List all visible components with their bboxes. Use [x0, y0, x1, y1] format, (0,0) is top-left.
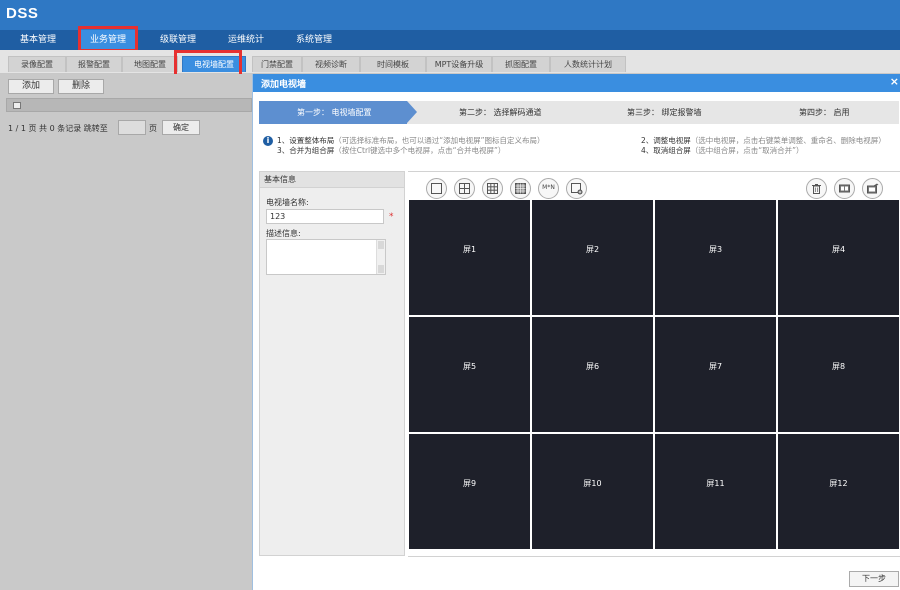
screen-grid: 屏1 屏2 屏3 屏4 屏5 屏6 屏7 屏8 屏9 屏10 屏11 屏12: [408, 199, 900, 550]
tv-screen[interactable]: 屏12: [778, 434, 899, 549]
merge-screen-icon[interactable]: [834, 178, 855, 199]
select-all-checkbox[interactable]: [13, 102, 21, 109]
scroll-down-icon[interactable]: [378, 265, 384, 273]
scroll-up-icon[interactable]: [378, 241, 384, 249]
basic-info-panel: 基本信息 电视墙名称: 123 * 描述信息:: [259, 171, 405, 556]
close-icon[interactable]: ×: [890, 75, 899, 88]
tv-screen[interactable]: 屏11: [655, 434, 776, 549]
tv-screen[interactable]: 屏1: [409, 200, 530, 315]
add-screen-icon[interactable]: [566, 178, 587, 199]
tv-screen[interactable]: 屏6: [532, 317, 653, 432]
app-title: DSS: [6, 5, 39, 22]
main-nav-business[interactable]: 业务管理: [80, 30, 136, 50]
step-1-tv-wall-config: 第一步： 电视墙配置: [259, 101, 407, 124]
page-jump-input[interactable]: [118, 120, 146, 135]
main-nav-basic[interactable]: 基本管理: [0, 30, 76, 50]
dialog-title: 添加电视墙: [261, 80, 307, 90]
subtab-map-config[interactable]: 地图配置: [122, 56, 178, 72]
main-nav: 基本管理 业务管理 级联管理 运维统计 系统管理: [0, 30, 900, 50]
unmerge-screen-icon[interactable]: [862, 178, 883, 199]
subtab-tv-wall-config[interactable]: 电视墙配置: [182, 56, 246, 72]
main-nav-ops-stats[interactable]: 运维统计: [216, 30, 276, 50]
main-nav-system[interactable]: 系统管理: [284, 30, 344, 50]
tv-screen[interactable]: 屏3: [655, 200, 776, 315]
add-tv-wall-dialog: 添加电视墙 × 第一步： 电视墙配置 第二步： 选择解码通道 第三步： 绑定报警…: [252, 74, 900, 590]
grid-header: [6, 98, 252, 112]
pager-text: 1 / 1 页 共 0 条记录 跳转至: [8, 124, 108, 133]
title-bar: DSS: [0, 0, 900, 30]
tv-screen[interactable]: 屏9: [409, 434, 530, 549]
layout-mxn-icon[interactable]: M*N: [538, 178, 559, 199]
tv-screen[interactable]: 屏2: [532, 200, 653, 315]
subtab-record-config[interactable]: 录像配置: [8, 56, 66, 72]
tv-screen[interactable]: 屏8: [778, 317, 899, 432]
tv-wall-name-label: 电视墙名称:: [266, 198, 309, 207]
step-arrow: [407, 101, 417, 123]
tv-screen[interactable]: 屏5: [409, 317, 530, 432]
next-step-button[interactable]: 下一步: [849, 571, 899, 587]
divider: [408, 556, 900, 557]
textarea-scrollbar[interactable]: [376, 240, 385, 274]
layout-toolbar: M*N: [408, 171, 900, 199]
main-nav-cascade[interactable]: 级联管理: [148, 30, 208, 50]
subtab-access-config[interactable]: 门禁配置: [252, 56, 302, 72]
subtab-people-count-plan[interactable]: 人数统计计划: [550, 56, 626, 72]
basic-info-title: 基本信息: [260, 172, 404, 188]
tip-4: 4、取消组合屏（选中组合屏，点击“取消合并”）: [641, 146, 804, 155]
description-textarea[interactable]: [266, 239, 386, 275]
add-button[interactable]: 添加: [8, 79, 54, 94]
layout-3x3-icon[interactable]: [482, 178, 503, 199]
trash-icon[interactable]: [806, 178, 827, 199]
tv-screen[interactable]: 屏4: [778, 200, 899, 315]
dialog-header: 添加电视墙 ×: [253, 74, 900, 92]
layout-4x4-icon[interactable]: [510, 178, 531, 199]
step-2-decode-channel: 第二步： 选择解码通道: [459, 108, 542, 117]
layout-1x1-icon[interactable]: [426, 178, 447, 199]
mxn-label: M*N: [542, 184, 555, 191]
required-mark: *: [389, 212, 394, 222]
delete-button[interactable]: 删除: [58, 79, 104, 94]
step-4-enable: 第四步： 启用: [799, 108, 850, 117]
list-area: 添加 删除 1 / 1 页 共 0 条记录 跳转至 页 确定: [0, 74, 252, 590]
subtab-snapshot-config[interactable]: 抓图配置: [492, 56, 550, 72]
tips: i 1、设置整体布局（可选择标准布局，也可以通过“添加电视屏”图标自定义布局） …: [261, 134, 899, 160]
description-label: 描述信息:: [266, 229, 301, 238]
subtab-video-diagnosis[interactable]: 视频诊断: [302, 56, 360, 72]
page-unit: 页: [149, 124, 157, 133]
subtab-alarm-config[interactable]: 报警配置: [66, 56, 122, 72]
wizard-steps: 第一步： 电视墙配置 第二步： 选择解码通道 第三步： 绑定报警墙 第四步： 启…: [259, 101, 899, 124]
subtab-mpt-upgrade[interactable]: MPT设备升级: [426, 56, 492, 72]
layout-2x2-icon[interactable]: [454, 178, 475, 199]
tv-screen[interactable]: 屏10: [532, 434, 653, 549]
sub-nav: 录像配置 报警配置 地图配置 电视墙配置 门禁配置 视频诊断 时间模板 MPT设…: [0, 50, 900, 74]
tv-wall-name-input[interactable]: 123: [266, 209, 384, 224]
page-go-button[interactable]: 确定: [162, 120, 200, 135]
tv-screen[interactable]: 屏7: [655, 317, 776, 432]
step-3-bind-alarm-wall: 第三步： 绑定报警墙: [627, 108, 702, 117]
tip-3: 3、合并为组合屏（按住Ctrl键选中多个电视屏，点击“合并电视屏”）: [277, 146, 506, 155]
subtab-time-template[interactable]: 时间模板: [360, 56, 426, 72]
info-icon: i: [263, 136, 273, 146]
